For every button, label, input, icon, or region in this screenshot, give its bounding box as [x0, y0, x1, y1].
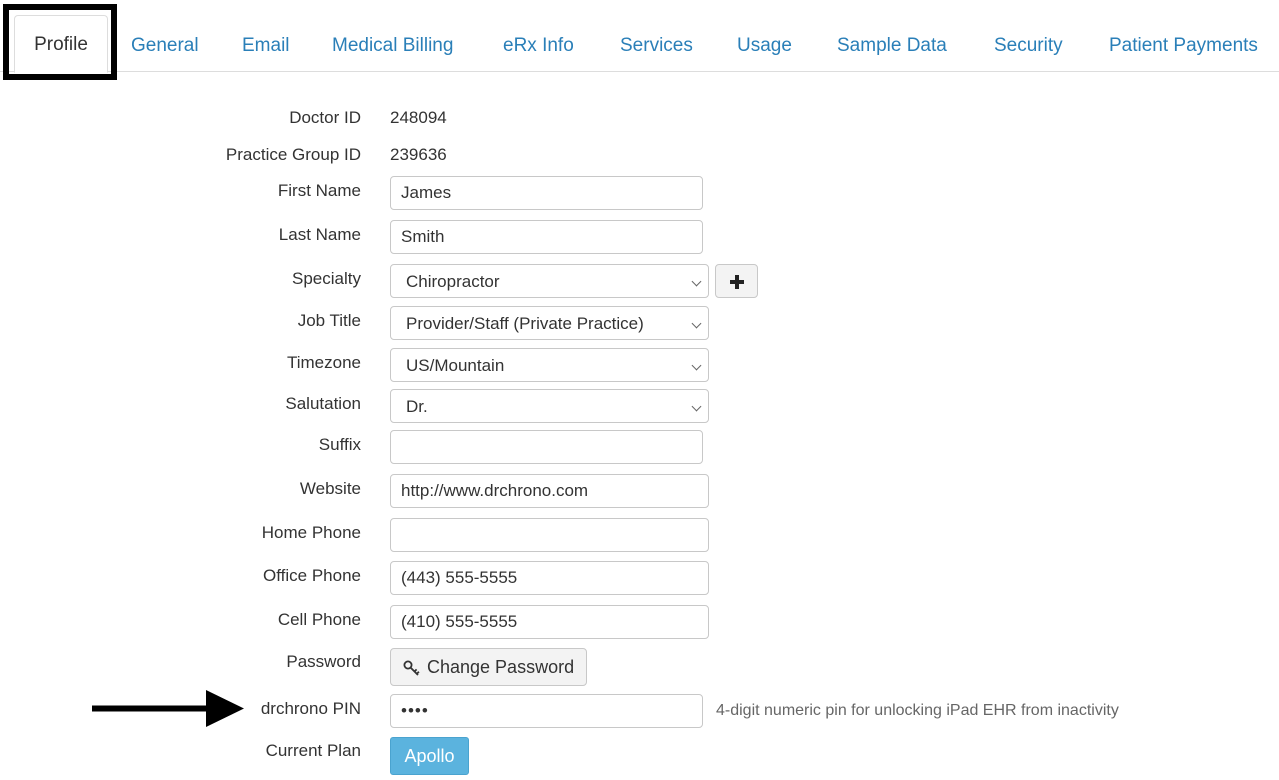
tab-medical-billing[interactable]: Medical Billing [332, 28, 453, 64]
job-title-select[interactable]: Provider/Staff (Private Practice) [390, 306, 709, 340]
doctor-id-label: Doctor ID [289, 108, 361, 127]
first-name-label: First Name [277, 181, 361, 200]
last-name-label: Last Name [278, 225, 361, 244]
suffix-label: Suffix [318, 435, 361, 454]
job-title-selected-value: Provider/Staff (Private Practice) [406, 314, 644, 333]
last-name-input[interactable] [390, 220, 703, 254]
pin-help-text: 4-digit numeric pin for unlocking iPad E… [716, 702, 1119, 719]
salutation-selected-value: Dr. [406, 397, 428, 416]
change-password-button[interactable]: Change Password [390, 648, 588, 686]
office-phone-input[interactable] [390, 561, 709, 595]
home-phone-label: Home Phone [261, 523, 361, 542]
tab-usage[interactable]: Usage [737, 28, 792, 64]
salutation-label: Salutation [285, 394, 361, 413]
settings-tabs: Profile General Email Medical Billing eR… [0, 0, 1279, 73]
tab-email[interactable]: Email [242, 28, 290, 64]
first-name-input[interactable] [390, 176, 703, 210]
cell-phone-label: Cell Phone [277, 610, 361, 629]
tab-sample-data[interactable]: Sample Data [837, 28, 947, 64]
plus-icon [729, 275, 744, 289]
suffix-input[interactable] [390, 430, 703, 464]
office-phone-label: Office Phone [263, 566, 361, 585]
current-plan-badge[interactable]: Apollo [390, 737, 469, 775]
timezone-label: Timezone [286, 353, 361, 372]
job-title-label: Job Title [297, 311, 361, 330]
practice-group-id-value: 239636 [390, 145, 447, 164]
salutation-select[interactable]: Dr. [390, 389, 709, 423]
key-icon [403, 660, 420, 676]
tab-security[interactable]: Security [994, 28, 1063, 64]
password-label: Password [286, 652, 361, 671]
current-plan-label: Current Plan [265, 741, 361, 760]
tab-services[interactable]: Services [620, 28, 693, 64]
pin-label: drchrono PIN [260, 699, 361, 718]
timezone-select[interactable]: US/Mountain [390, 348, 709, 382]
specialty-select[interactable]: Chiropractor [390, 264, 709, 298]
website-input[interactable] [390, 474, 709, 508]
tab-erx-info[interactable]: eRx Info [503, 28, 574, 64]
timezone-selected-value: US/Mountain [406, 356, 505, 375]
specialty-selected-value: Chiropractor [406, 272, 500, 291]
doctor-id-value: 248094 [390, 108, 447, 127]
tab-patient-payments[interactable]: Patient Payments [1109, 28, 1258, 64]
pin-input[interactable] [390, 694, 703, 728]
change-password-label: Change Password [427, 657, 575, 677]
specialty-label: Specialty [292, 269, 361, 288]
tab-profile[interactable]: Profile [14, 15, 108, 73]
arrow-right-icon [92, 690, 244, 727]
add-specialty-button[interactable] [715, 264, 758, 298]
website-label: Website [299, 479, 361, 498]
cell-phone-input[interactable] [390, 605, 709, 639]
tab-general[interactable]: General [131, 28, 199, 64]
home-phone-input[interactable] [390, 518, 709, 552]
practice-group-id-label: Practice Group ID [225, 145, 361, 164]
